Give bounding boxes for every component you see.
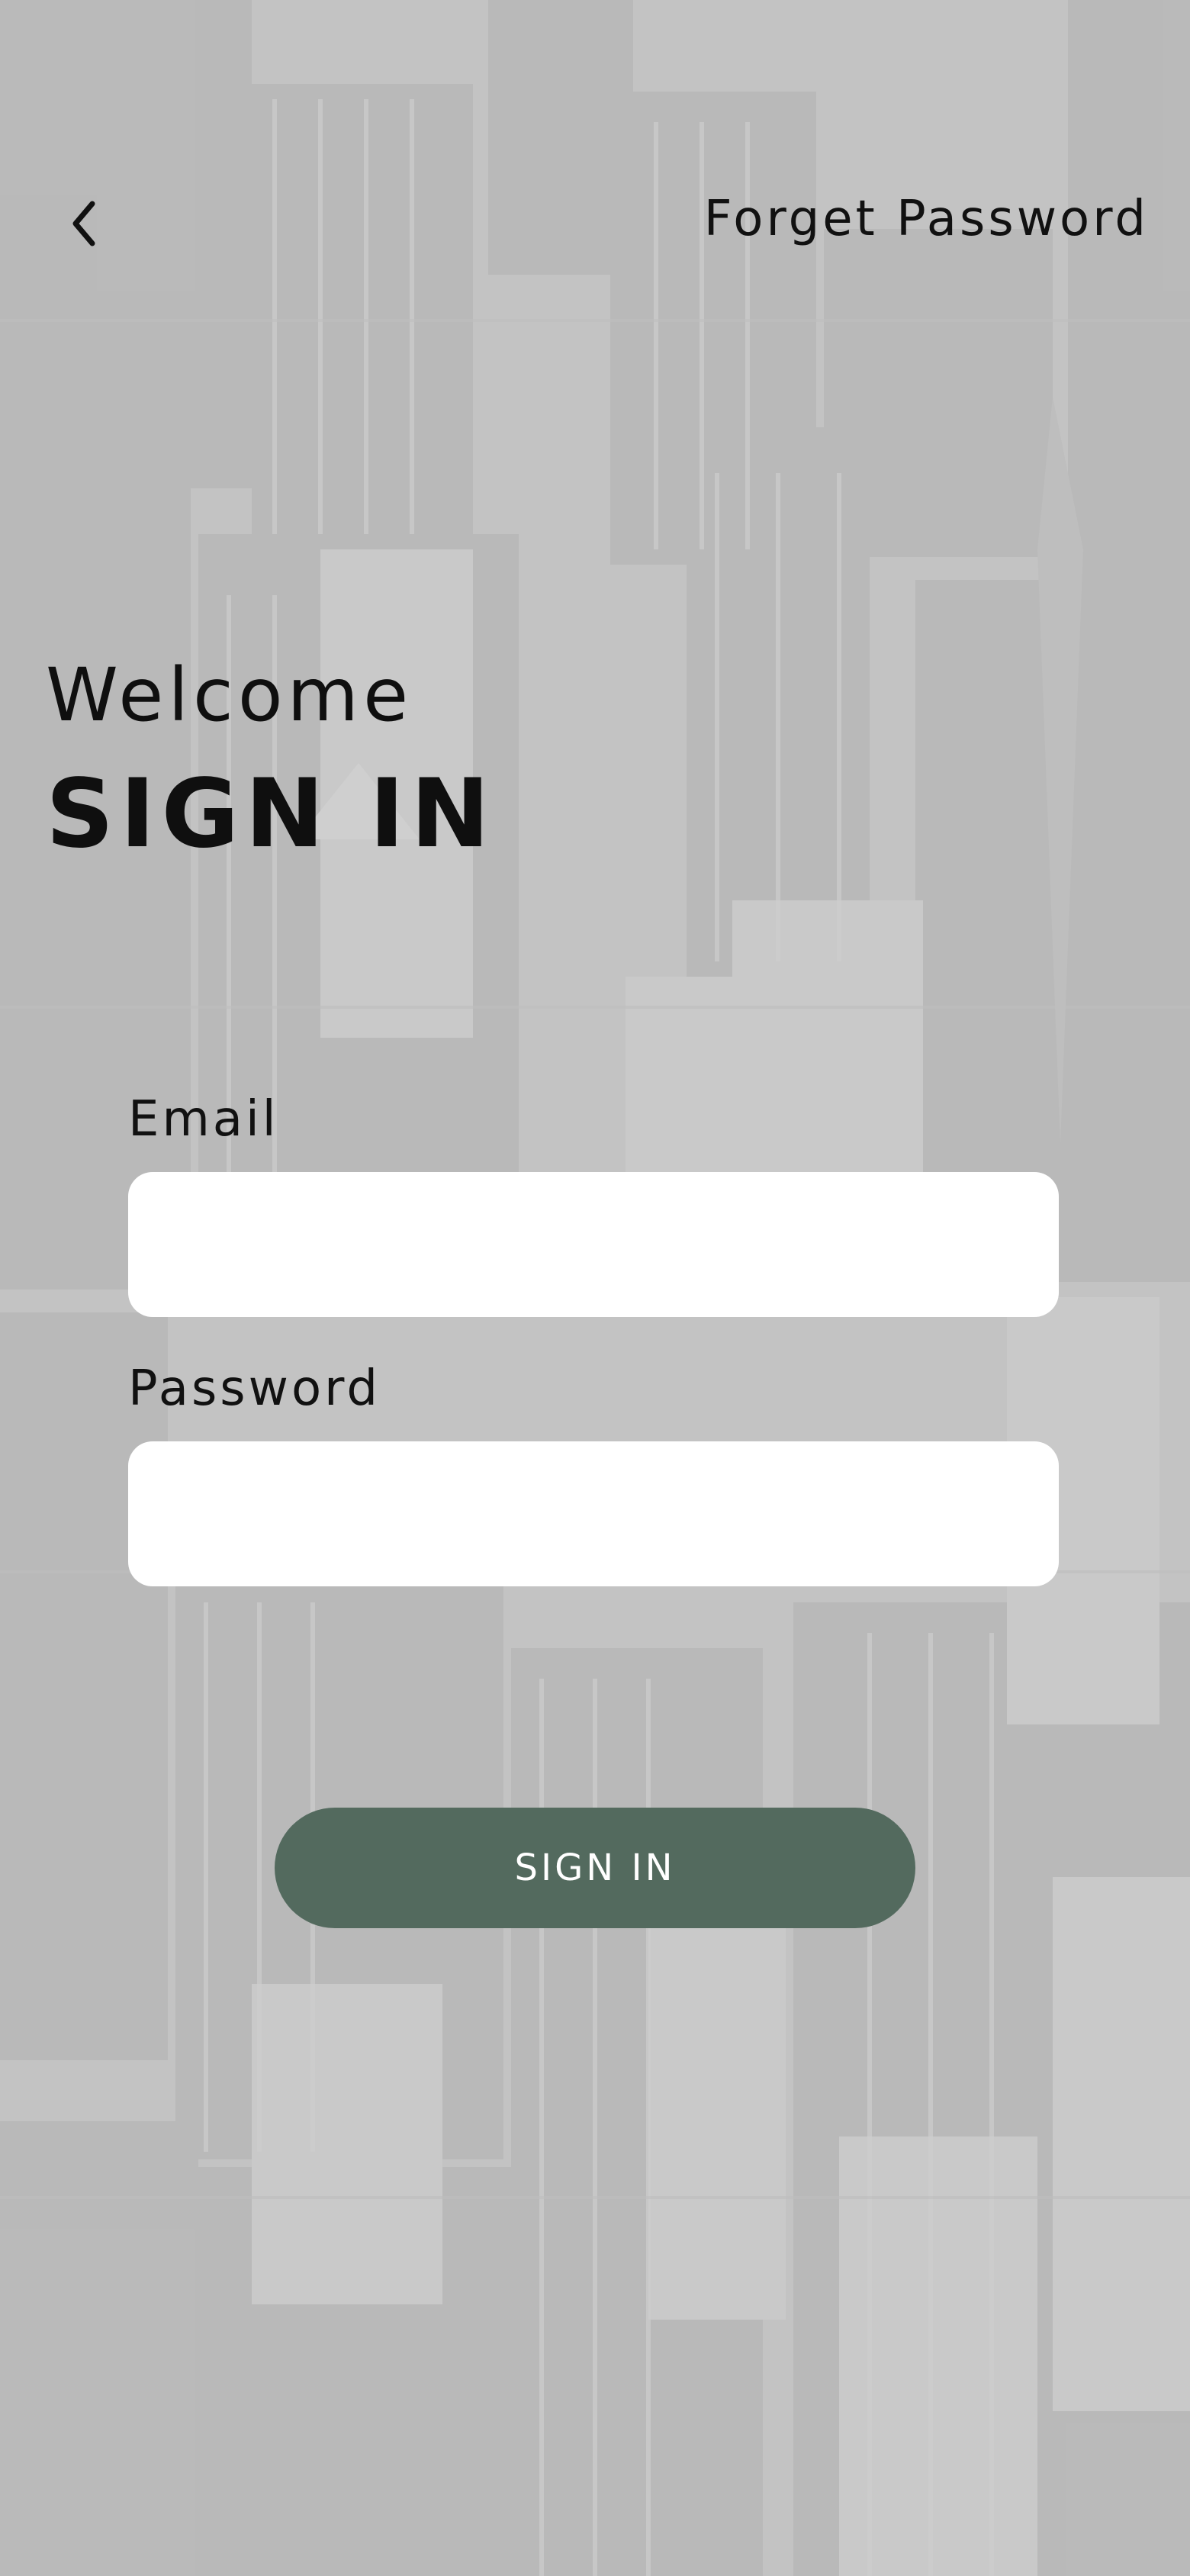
sign-in-button[interactable]: SIGN IN bbox=[275, 1808, 915, 1928]
chevron-left-icon bbox=[72, 201, 95, 246]
email-field[interactable] bbox=[128, 1172, 1059, 1317]
page-title: SIGN IN bbox=[46, 759, 497, 869]
sign-in-screen: Forget Password Welcome SIGN IN Email Pa… bbox=[0, 0, 1190, 2576]
password-field[interactable] bbox=[128, 1441, 1059, 1586]
forget-password-link[interactable]: Forget Password bbox=[704, 191, 1149, 247]
email-label: Email bbox=[128, 1091, 279, 1148]
welcome-text: Welcome bbox=[46, 652, 413, 738]
password-label: Password bbox=[128, 1360, 381, 1417]
back-button[interactable] bbox=[61, 189, 107, 258]
